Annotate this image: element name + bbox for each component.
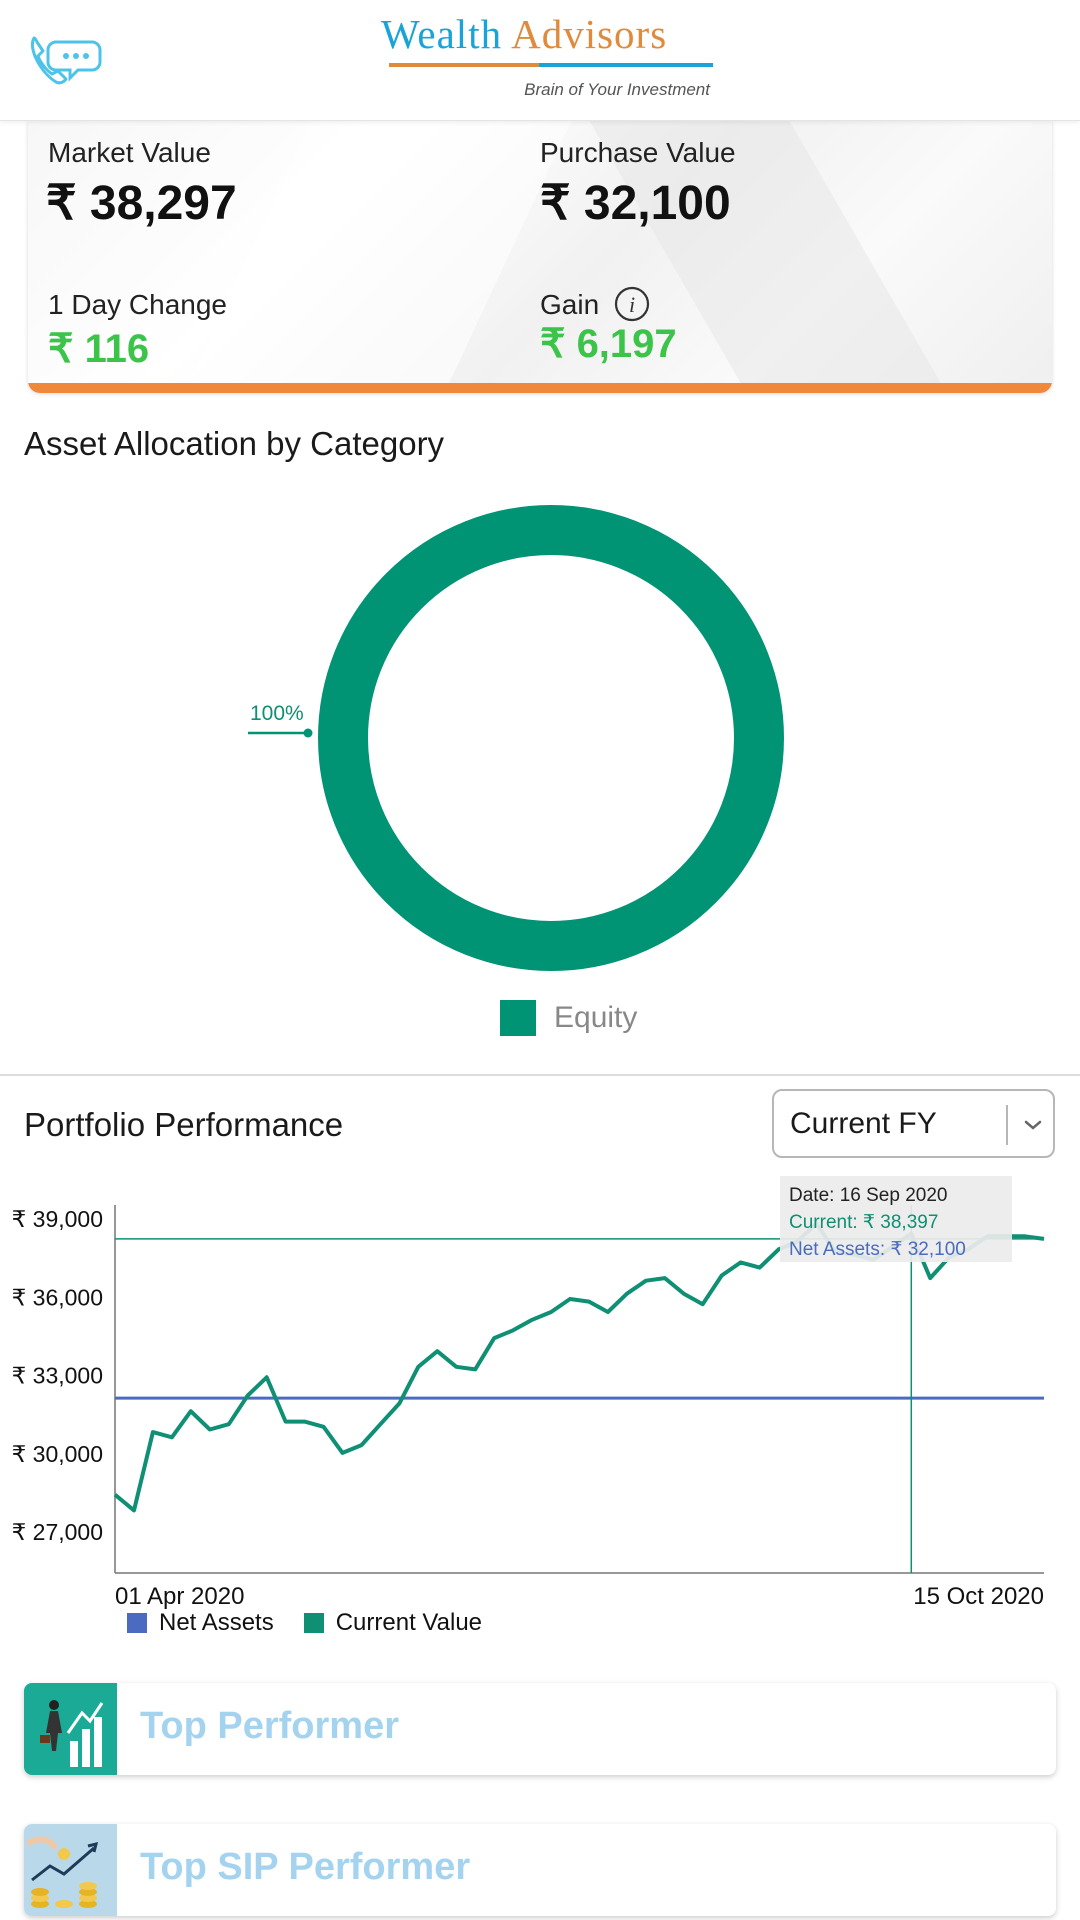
day-change-value: ₹ 116 <box>48 327 150 371</box>
purchase-value-label: Purchase Value <box>540 137 736 168</box>
portfolio-performance-chart: ₹ 39,000 ₹ 36,000 ₹ 33,000 ₹ 30,000 ₹ 27,000… <box>12 1176 1045 1610</box>
info-icon[interactable]: i <box>614 286 650 322</box>
y-tick-label: ₹ 27,000 <box>12 1519 103 1545</box>
y-tick-label: ₹ 30,000 <box>12 1441 103 1467</box>
y-tick-label: ₹ 36,000 <box>12 1284 103 1310</box>
brand-logo: Wealth Advisors Brain of Your Investment <box>375 6 720 106</box>
svg-text:i: i <box>629 292 635 317</box>
x-tick-label-end: 15 Oct 2020 <box>913 1583 1044 1610</box>
performance-title: Portfolio Performance <box>24 1106 344 1143</box>
y-tick-label: ₹ 33,000 <box>12 1363 103 1389</box>
tooltip-net-assets: Net Assets: ₹ 32,100 <box>789 1239 966 1260</box>
logo-word-wealth: Wealth <box>381 11 503 57</box>
coins-growth-icon <box>24 1824 117 1916</box>
period-select[interactable]: Current FY <box>772 1089 1055 1158</box>
tooltip-current: Current: ₹ 38,397 <box>789 1212 938 1233</box>
donut-slice-equity[interactable] <box>318 505 784 971</box>
day-change-label: 1 Day Change <box>48 289 228 320</box>
period-select-separator <box>1006 1105 1008 1145</box>
x-tick-label-start: 01 Apr 2020 <box>115 1583 244 1610</box>
legend-swatch-net-assets <box>127 1613 147 1633</box>
logo-word-advisors: Advisors <box>511 11 668 57</box>
section-divider <box>0 1074 1080 1076</box>
logo-tagline: Brain of Your Investment <box>524 80 710 99</box>
legend-swatch-current-value <box>303 1613 324 1633</box>
period-select-value: Current FY <box>790 1107 937 1140</box>
top-sip-performer-card[interactable]: Top SIP Performer <box>24 1824 1056 1916</box>
businessman-growth-icon <box>24 1683 117 1775</box>
gain-value: ₹ 6,197 <box>540 322 677 366</box>
allocation-title: Asset Allocation by Category <box>24 425 445 462</box>
series-line-current-value <box>113 1221 1045 1513</box>
top-performer-card[interactable]: Top Performer <box>24 1683 1056 1775</box>
legend-label-equity: Equity <box>554 1001 638 1034</box>
card-accent-bar <box>28 383 1052 393</box>
top-performer-label: Top Performer <box>140 1705 400 1747</box>
legend-label-net-assets[interactable]: Net Assets <box>159 1609 274 1637</box>
legend-label-current-value[interactable]: Current Value <box>336 1609 482 1637</box>
purchase-value: ₹ 32,100 <box>540 177 731 230</box>
chart-tooltip: Date: 16 Sep 2020 Current: ₹ 38,397 Net … <box>780 1176 1012 1262</box>
tooltip-date: Date: 16 Sep 2020 <box>789 1185 947 1206</box>
chevron-down-icon <box>1024 1120 1042 1130</box>
gain-label: Gain <box>540 289 600 320</box>
logo-underline-orange <box>389 63 539 67</box>
top-sip-performer-label: Top SIP Performer <box>140 1846 471 1888</box>
market-value-label: Market Value <box>48 137 211 168</box>
allocation-donut-chart: 100% <box>0 480 1080 1040</box>
y-tick-label: ₹ 39,000 <box>12 1206 103 1232</box>
market-value: ₹ 38,297 <box>46 177 237 230</box>
slice-percent-label: 100% <box>250 702 304 725</box>
legend-item-equity[interactable]: Equity <box>500 1000 637 1036</box>
legend-swatch-equity <box>500 1000 536 1036</box>
performance-legend: Net Assets Current Value <box>127 1609 482 1637</box>
logo-underline-blue <box>539 63 713 67</box>
phone-chat-icon[interactable] <box>26 20 106 90</box>
card-background-facet <box>184 121 572 393</box>
slice-label-dot <box>303 728 313 738</box>
portfolio-summary-card: Market Value ₹ 38,297 Purchase Value ₹ 3… <box>28 121 1052 393</box>
app-header: Wealth Advisors Brain of Your Investment <box>0 0 1080 121</box>
